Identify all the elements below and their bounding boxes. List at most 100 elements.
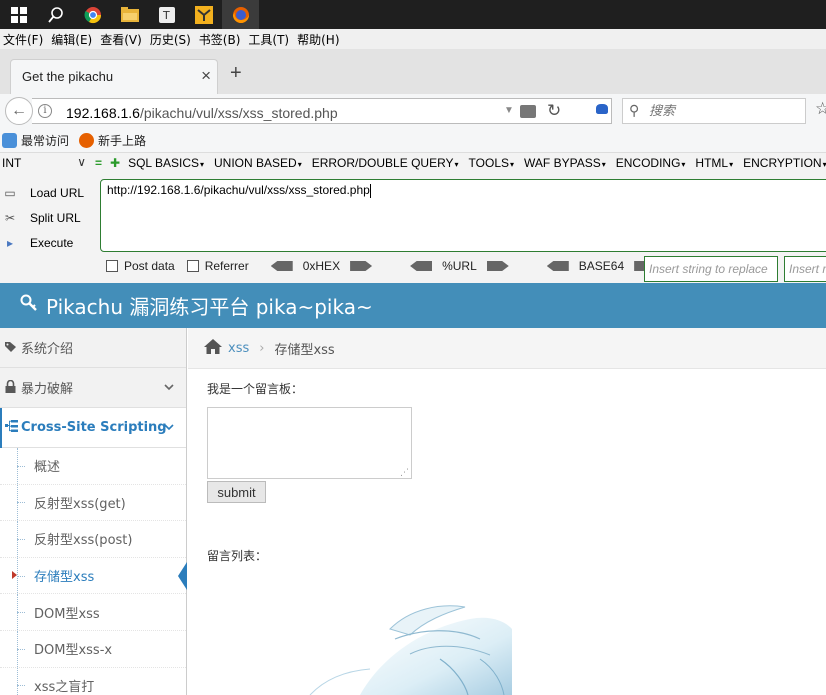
menu-bar: 文件(F) 编辑(E) 查看(V) 历史(S) 书签(B) 工具(T) 帮助(H… <box>0 29 826 49</box>
most-visited-icon <box>2 132 17 148</box>
sidebar-item-label: 系统介绍 <box>21 342 74 357</box>
menu-help[interactable]: 帮助(H) <box>294 31 344 48</box>
hackbar-type-select[interactable]: INT ∨ <box>2 155 88 174</box>
sidebar-item-intro[interactable]: 系统介绍 <box>0 328 186 368</box>
breadcrumb-current: 存储型xss <box>274 342 335 358</box>
search-box[interactable]: ⚲ <box>622 98 806 124</box>
hackbar-menu: = ✚ SQL BASICS UNION BASED ERROR/DOUBLE … <box>95 156 826 170</box>
firefox-icon[interactable] <box>222 0 259 29</box>
sidebar-sub-reflected-post[interactable]: 反射型xss(post) <box>0 521 186 558</box>
url-path: /pikachu/vul/xss/xss_stored.php <box>139 105 338 121</box>
info-icon[interactable]: i <box>38 104 52 118</box>
menu-encryption[interactable]: ENCRYPTION <box>743 156 826 170</box>
tab-strip: Get the pikachu × + <box>0 49 826 94</box>
sidebar-item-xss[interactable]: Cross-Site Scripting <box>0 408 186 448</box>
sidebar-sub-label: 反射型xss(get) <box>34 496 126 512</box>
message-textarea[interactable] <box>207 407 412 479</box>
home-icon[interactable] <box>204 338 222 358</box>
close-icon[interactable]: × <box>201 67 211 85</box>
hackbar-options: Post data Referrer 0xHEX %URL BASE64 <box>106 259 684 273</box>
nav-bar: i 192.168.1.6/pikachu/vul/xss/xss_stored… <box>0 94 826 128</box>
hackbar: INT ∨ = ✚ SQL BASICS UNION BASED ERROR/D… <box>0 152 826 283</box>
breadcrumb-xss-link[interactable]: xss <box>228 341 249 356</box>
bookmark-label: 最常访问 <box>21 133 70 148</box>
sitemap-icon <box>5 420 19 435</box>
reload-icon[interactable]: ↻ <box>547 101 561 121</box>
replace-string-input[interactable]: Insert string to replace <box>644 256 778 282</box>
load-url-button[interactable]: ▭ Load URL <box>2 180 84 205</box>
dropdown-arrow-icon[interactable]: ▼ <box>504 105 514 116</box>
load-url-label: Load URL <box>30 185 85 200</box>
encode-arrow-icon[interactable] <box>350 261 373 271</box>
url-encode-label: %URL <box>442 259 477 273</box>
bookmark-getting-started[interactable]: 新手上路 <box>79 132 146 149</box>
file-explorer-icon[interactable] <box>111 0 148 29</box>
firefox-icon <box>79 132 95 148</box>
site-header: Pikachu 漏洞练习平台 pika~pika~ <box>0 283 826 328</box>
menu-encoding[interactable]: ENCODING <box>616 156 686 170</box>
sidebar-sub-dom-xss-x[interactable]: DOM型xss-x <box>0 630 186 668</box>
hackbar-url-field[interactable]: http://192.168.1.6/pikachu/vul/xss/xss_s… <box>100 179 826 252</box>
menu-edit[interactable]: 编辑(E) <box>48 31 97 48</box>
back-button[interactable]: ← <box>5 97 33 125</box>
lock-icon <box>5 379 19 396</box>
referrer-checkbox[interactable]: Referrer <box>186 259 249 273</box>
search-input[interactable] <box>649 102 799 120</box>
typora-icon[interactable]: T <box>148 0 185 29</box>
url-text[interactable]: 192.168.1.6/pikachu/vul/xss/xss_stored.p… <box>66 105 338 121</box>
sidebar-sub-blind-xss[interactable]: xss之盲打 <box>0 667 186 695</box>
sidebar-item-label: Cross-Site Scripting <box>21 420 167 435</box>
bookmark-most-visited[interactable]: 最常访问 <box>2 132 69 149</box>
menu-union-based[interactable]: UNION BASED <box>214 156 302 170</box>
decode-arrow-icon[interactable] <box>546 261 569 271</box>
checkbox-box <box>186 260 199 272</box>
menu-bookmarks[interactable]: 书签(B) <box>196 31 246 48</box>
menu-error-double-query[interactable]: ERROR/DOUBLE QUERY <box>312 156 459 170</box>
hackbar-actions: ▭ Load URL ✂ Split URL ▸ Execute <box>2 180 84 255</box>
encode-arrow-icon[interactable] <box>486 261 509 271</box>
menu-history[interactable]: 历史(S) <box>147 31 196 48</box>
hex-label: 0xHEX <box>302 259 341 273</box>
search-icon[interactable] <box>37 0 74 29</box>
menu-tools[interactable]: TOOLS <box>469 156 514 170</box>
plus-icon[interactable]: ✚ <box>110 156 120 170</box>
extension-icon[interactable] <box>596 104 608 114</box>
sidebar-sub-reflected-get[interactable]: 反射型xss(get) <box>0 484 186 522</box>
url-bar[interactable]: i 192.168.1.6/pikachu/vul/xss/xss_stored… <box>32 98 612 124</box>
breadcrumb-separator-icon: › <box>259 340 265 356</box>
minus-icon[interactable]: = <box>95 156 102 170</box>
bookmark-star-icon[interactable]: ☆ <box>815 99 826 119</box>
resize-grip-icon[interactable]: ⋰ <box>400 467 409 478</box>
windows-start-icon[interactable] <box>0 0 37 29</box>
referrer-label: Referrer <box>204 259 249 273</box>
decode-arrow-icon[interactable] <box>270 261 293 271</box>
menu-html[interactable]: HTML <box>695 156 733 170</box>
sidebar-sub-overview[interactable]: 概述 <box>0 448 186 485</box>
menu-sql-basics[interactable]: SQL BASICS <box>128 156 204 170</box>
execute-button[interactable]: ▸ Execute <box>2 230 84 255</box>
replace-with-input[interactable]: Insert r <box>784 256 826 282</box>
menu-file[interactable]: 文件(F) <box>0 31 48 48</box>
reader-view-icon[interactable] <box>520 105 536 118</box>
post-data-checkbox[interactable]: Post data <box>106 259 175 273</box>
decode-arrow-icon[interactable] <box>410 261 433 271</box>
sidebar-item-brute-force[interactable]: 暴力破解 <box>0 368 186 408</box>
menu-view[interactable]: 查看(V) <box>97 31 147 48</box>
submit-button[interactable]: submit <box>207 481 266 503</box>
back-arrow-icon: ← <box>11 102 27 119</box>
sidebar-sub-stored-xss[interactable]: 存储型xss <box>0 557 187 595</box>
network-tool-icon[interactable] <box>185 0 222 29</box>
split-url-button[interactable]: ✂ Split URL <box>2 205 84 230</box>
caret-right-icon <box>12 570 17 579</box>
menu-waf-bypass[interactable]: WAF BYPASS <box>524 156 606 170</box>
sidebar-sub-dom-xss[interactable]: DOM型xss <box>0 594 186 631</box>
new-tab-icon[interactable]: + <box>230 63 242 83</box>
key-icon <box>20 294 38 317</box>
tab-pikachu[interactable]: Get the pikachu × <box>10 59 218 94</box>
chrome-icon[interactable] <box>74 0 111 29</box>
bookmark-label: 新手上路 <box>98 133 147 148</box>
breadcrumb: xss › 存储型xss <box>188 328 826 369</box>
search-icon: ⚲ <box>629 102 640 118</box>
bookmarks-bar: 最常访问 新手上路 <box>0 128 826 152</box>
menu-tools[interactable]: 工具(T) <box>245 31 294 48</box>
